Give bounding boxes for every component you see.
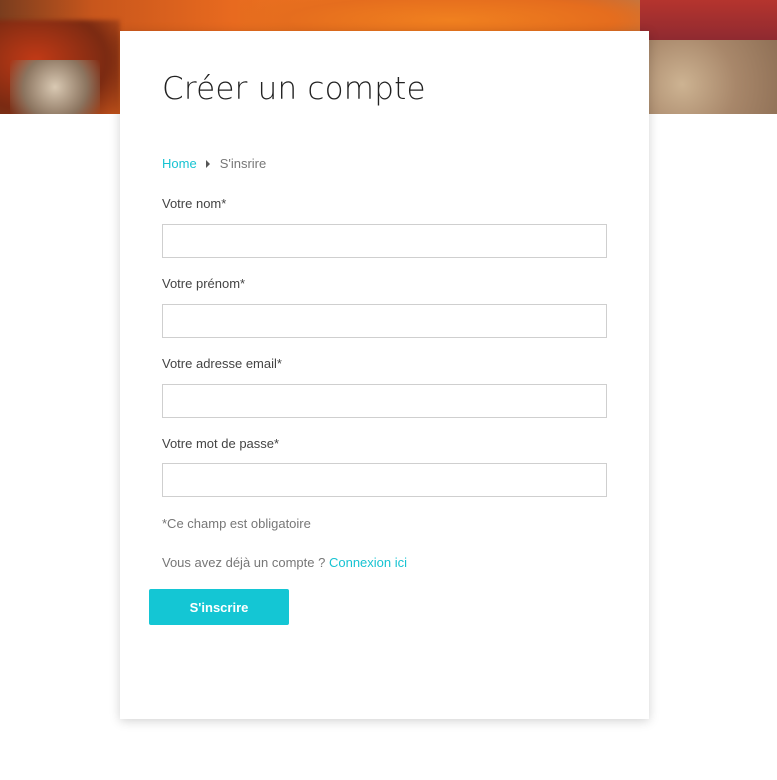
page-title: Créer un compte (162, 71, 426, 107)
signup-card: Créer un compte Home S'insrire Votre nom… (120, 31, 649, 719)
email-input[interactable] (162, 384, 607, 418)
breadcrumb-home-link[interactable]: Home (162, 156, 197, 171)
required-field-note: *Ce champ est obligatoire (162, 516, 311, 531)
last-name-input[interactable] (162, 224, 607, 258)
breadcrumb-current: S'insrire (219, 156, 267, 171)
password-input[interactable] (162, 463, 607, 497)
hero-image-detail (640, 0, 777, 40)
first-name-input[interactable] (162, 304, 607, 338)
login-prompt-text: Vous avez déjà un compte ? (162, 555, 326, 570)
signup-submit-button[interactable]: S'inscrire (149, 589, 289, 625)
password-label: Votre mot de passe* (162, 436, 280, 451)
first-name-label: Votre prénom* (162, 276, 246, 291)
hero-image-detail (10, 60, 100, 114)
login-link[interactable]: Connexion ici (329, 555, 407, 570)
breadcrumb: Home S'insrire (162, 156, 266, 171)
email-label: Votre adresse email* (162, 356, 282, 371)
caret-right-icon (205, 159, 210, 168)
login-prompt: Vous avez déjà un compte ? Connexion ici (162, 555, 407, 570)
hero-image-detail (640, 40, 777, 114)
last-name-label: Votre nom* (162, 196, 227, 211)
